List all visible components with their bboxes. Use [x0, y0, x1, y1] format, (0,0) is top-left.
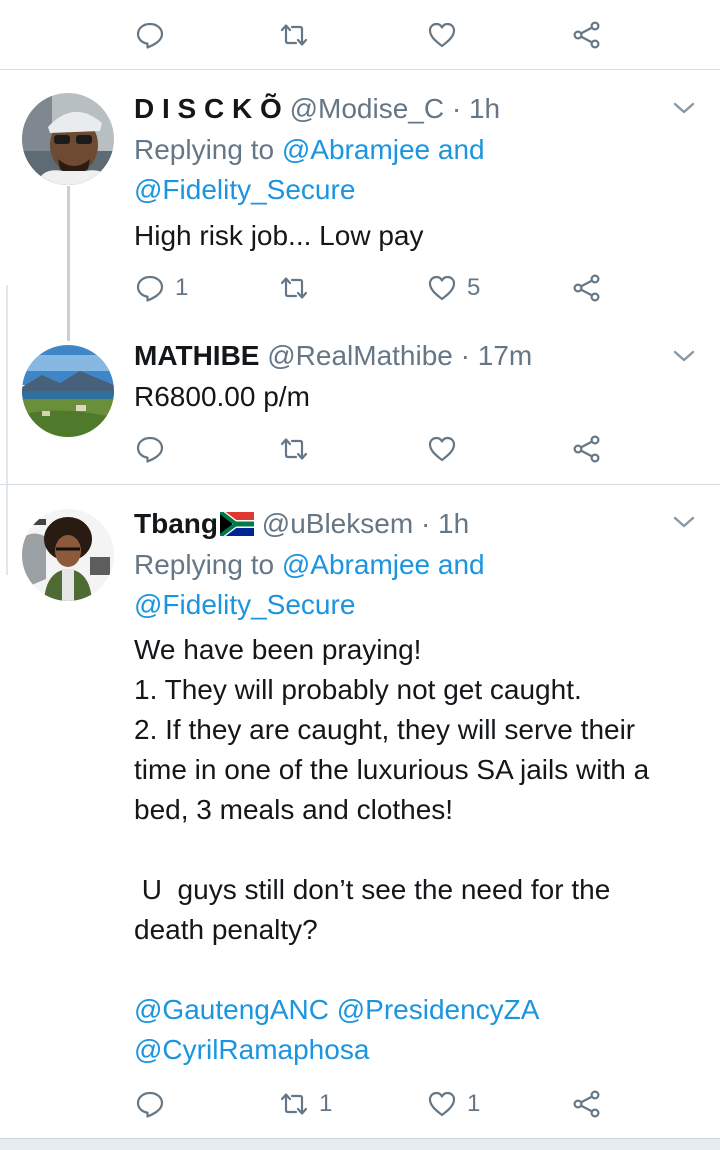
- tweet-action-bar: 1 1: [0, 1084, 720, 1124]
- avatar[interactable]: [22, 93, 114, 185]
- tweet-menu-button[interactable]: [672, 510, 696, 534]
- retweet-button[interactable]: [279, 429, 309, 469]
- tweet-text-line: 2. If they are caught, they will serve t…: [134, 714, 636, 745]
- mention-link[interactable]: @Fidelity_Secure: [134, 170, 355, 210]
- mention-link[interactable]: @CyrilRamaphosa: [134, 1030, 369, 1070]
- display-name[interactable]: D I S C K Õ: [134, 93, 282, 124]
- tweet-header: MATHIBE @RealMathibe · 17m: [134, 336, 532, 376]
- mention-link[interactable]: @Abramjee and: [282, 549, 485, 580]
- like-count: 5: [467, 274, 481, 301]
- replying-to: Replying to @Abramjee and: [134, 130, 485, 170]
- share-icon: [572, 273, 602, 303]
- tweet-menu-button[interactable]: [672, 344, 696, 368]
- caret-down-icon: [672, 96, 696, 120]
- reply-button[interactable]: [135, 1084, 165, 1124]
- tweet-text-line: time in one of the luxurious SA jails wi…: [134, 754, 650, 785]
- like-icon: [427, 434, 457, 464]
- handle[interactable]: @RealMathibe: [267, 340, 453, 371]
- timestamp[interactable]: · 1h: [421, 508, 469, 539]
- reply-button[interactable]: [135, 429, 165, 469]
- divider: [0, 69, 720, 70]
- share-icon: [572, 1089, 602, 1119]
- mention-link[interactable]: @Abramjee and: [282, 134, 485, 165]
- retweet-button[interactable]: 1: [279, 1084, 332, 1124]
- reply-button[interactable]: [135, 15, 165, 55]
- reply-count: 1: [175, 274, 189, 301]
- retweet-button[interactable]: [279, 268, 309, 308]
- mention-links[interactable]: @GautengANC @PresidencyZA: [134, 990, 539, 1030]
- like-button[interactable]: 5: [427, 268, 480, 308]
- share-button[interactable]: [572, 1084, 602, 1124]
- share-button[interactable]: [572, 429, 602, 469]
- reply-icon: [135, 1089, 165, 1119]
- share-button[interactable]: [572, 15, 602, 55]
- top-tweet-action-bar: [0, 15, 720, 55]
- retweet-button[interactable]: [279, 15, 309, 55]
- display-name[interactable]: Tbang: [134, 508, 218, 539]
- tweet-text-line: 1. They will probably not get caught.: [134, 674, 582, 705]
- caret-down-icon: [672, 510, 696, 534]
- share-icon: [572, 20, 602, 50]
- south-africa-flag-icon: [217, 507, 254, 547]
- retweet-icon: [279, 1089, 309, 1119]
- retweet-icon: [279, 434, 309, 464]
- handle[interactable]: @uBleksem: [262, 508, 413, 539]
- share-icon: [572, 434, 602, 464]
- tweet-action-bar: [0, 429, 720, 469]
- timestamp[interactable]: · 17m: [461, 340, 533, 371]
- mention-link[interactable]: @Fidelity_Secure: [134, 585, 355, 625]
- tweet-action-bar: 1 5: [0, 268, 720, 308]
- avatar[interactable]: [22, 509, 114, 601]
- like-icon: [427, 20, 457, 50]
- tweet-text-line: death penalty?: [134, 914, 318, 945]
- like-count: 1: [467, 1090, 481, 1117]
- handle[interactable]: @Modise_C: [290, 93, 444, 124]
- like-icon: [427, 273, 457, 303]
- replying-to-label: Replying to: [134, 134, 275, 165]
- tweet-text-line: bed, 3 meals and clothes!: [134, 794, 454, 825]
- caret-down-icon: [672, 344, 696, 368]
- tweet-text-line: U guys still don’t see the need for the: [134, 874, 611, 905]
- retweet-icon: [279, 20, 309, 50]
- display-name[interactable]: MATHIBE: [134, 340, 259, 371]
- tweet-header: D I S C K Õ @Modise_C · 1h: [134, 89, 500, 129]
- tweet-text: R6800.00 p/m: [134, 381, 310, 412]
- avatar[interactable]: [22, 345, 114, 437]
- tweet-text-line: We have been praying!: [134, 634, 422, 665]
- like-button[interactable]: [427, 15, 457, 55]
- timestamp[interactable]: · 1h: [452, 93, 500, 124]
- like-button[interactable]: 1: [427, 1084, 480, 1124]
- like-icon: [427, 1089, 457, 1119]
- tweet-header: Tbang @uBleksem · 1h: [134, 504, 469, 547]
- retweet-count: 1: [319, 1090, 333, 1117]
- reply-icon: [135, 434, 165, 464]
- tweet-text: High risk job... Low pay: [134, 220, 424, 251]
- replying-to-label: Replying to: [134, 549, 275, 580]
- like-button[interactable]: [427, 429, 457, 469]
- retweet-icon: [279, 273, 309, 303]
- divider: [0, 484, 720, 485]
- reply-button[interactable]: 1: [135, 268, 188, 308]
- thread-line: [67, 186, 70, 341]
- reply-icon: [135, 273, 165, 303]
- share-button[interactable]: [572, 268, 602, 308]
- reply-icon: [135, 20, 165, 50]
- tweet-menu-button[interactable]: [672, 96, 696, 120]
- replying-to: Replying to @Abramjee and: [134, 545, 485, 585]
- bottom-divider: [0, 1138, 720, 1150]
